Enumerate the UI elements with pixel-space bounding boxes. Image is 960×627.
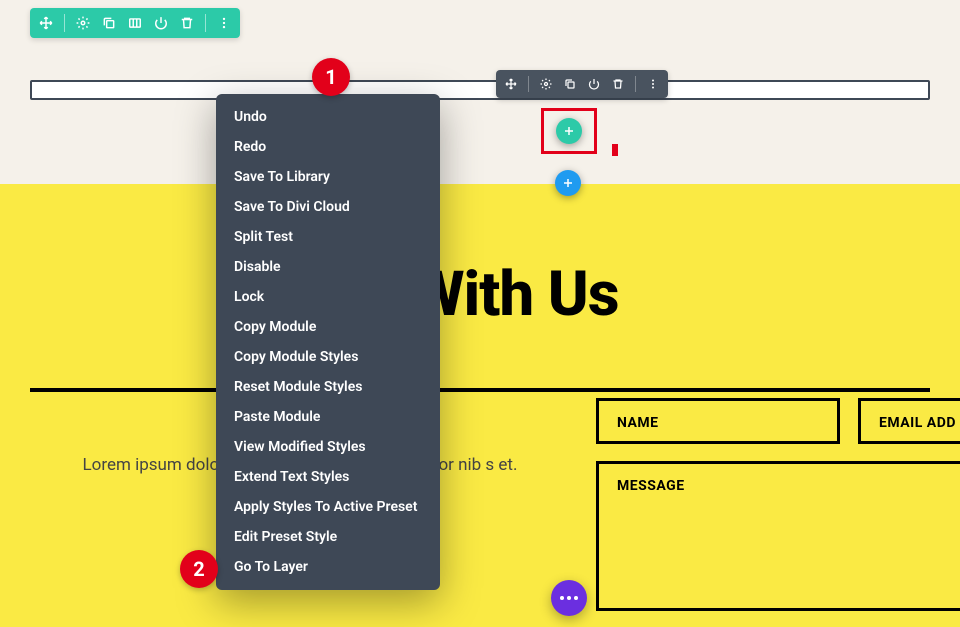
module-bar[interactable]	[30, 80, 930, 100]
menu-item-undo[interactable]: Undo	[216, 102, 440, 132]
menu-item-paste-module[interactable]: Paste Module	[216, 402, 440, 432]
divider	[30, 388, 930, 392]
name-field[interactable]: NAME	[596, 398, 840, 444]
annotation-badge-1: 1	[312, 58, 350, 96]
email-field-label: EMAIL ADD	[879, 415, 956, 431]
menu-item-save-divi-cloud[interactable]: Save To Divi Cloud	[216, 192, 440, 222]
separator	[635, 76, 636, 92]
duplicate-icon[interactable]	[563, 77, 577, 91]
menu-item-view-modified-styles[interactable]: View Modified Styles	[216, 432, 440, 462]
gear-icon[interactable]	[75, 15, 91, 31]
trash-icon[interactable]	[611, 77, 625, 91]
separator	[528, 76, 529, 92]
power-icon[interactable]	[153, 15, 169, 31]
duplicate-icon[interactable]	[101, 15, 117, 31]
more-horizontal-icon	[560, 596, 578, 600]
menu-item-reset-module-styles[interactable]: Reset Module Styles	[216, 372, 440, 402]
move-icon[interactable]	[38, 15, 54, 31]
menu-item-redo[interactable]: Redo	[216, 132, 440, 162]
row-toolbar	[496, 70, 668, 98]
menu-item-save-library[interactable]: Save To Library	[216, 162, 440, 192]
menu-item-split-test[interactable]: Split Test	[216, 222, 440, 252]
highlight-tick	[612, 144, 618, 156]
add-row-button[interactable]	[556, 118, 582, 144]
more-vertical-icon[interactable]	[646, 77, 660, 91]
page-headline: rk With Us	[0, 258, 960, 331]
name-field-label: NAME	[617, 415, 659, 431]
email-field[interactable]: EMAIL ADD	[858, 398, 960, 444]
page-settings-fab[interactable]	[551, 580, 587, 616]
menu-item-go-to-layer[interactable]: Go To Layer	[216, 552, 440, 582]
add-section-button[interactable]	[555, 170, 581, 196]
message-field-label: MESSAGE	[617, 478, 685, 494]
menu-item-copy-module[interactable]: Copy Module	[216, 312, 440, 342]
menu-item-edit-preset-style[interactable]: Edit Preset Style	[216, 522, 440, 552]
menu-item-disable[interactable]: Disable	[216, 252, 440, 282]
separator	[64, 14, 65, 32]
separator	[205, 14, 206, 32]
move-icon[interactable]	[504, 77, 518, 91]
menu-item-apply-styles-preset[interactable]: Apply Styles To Active Preset	[216, 492, 440, 522]
power-icon[interactable]	[587, 77, 601, 91]
section-toolbar	[30, 8, 240, 38]
message-field[interactable]: MESSAGE	[596, 461, 960, 611]
menu-item-lock[interactable]: Lock	[216, 282, 440, 312]
menu-item-copy-module-styles[interactable]: Copy Module Styles	[216, 342, 440, 372]
gear-icon[interactable]	[539, 77, 553, 91]
more-vertical-icon[interactable]	[216, 15, 232, 31]
menu-item-extend-text-styles[interactable]: Extend Text Styles	[216, 462, 440, 492]
context-menu: Undo Redo Save To Library Save To Divi C…	[216, 94, 440, 590]
columns-icon[interactable]	[127, 15, 143, 31]
trash-icon[interactable]	[179, 15, 195, 31]
annotation-badge-2: 2	[180, 550, 218, 588]
